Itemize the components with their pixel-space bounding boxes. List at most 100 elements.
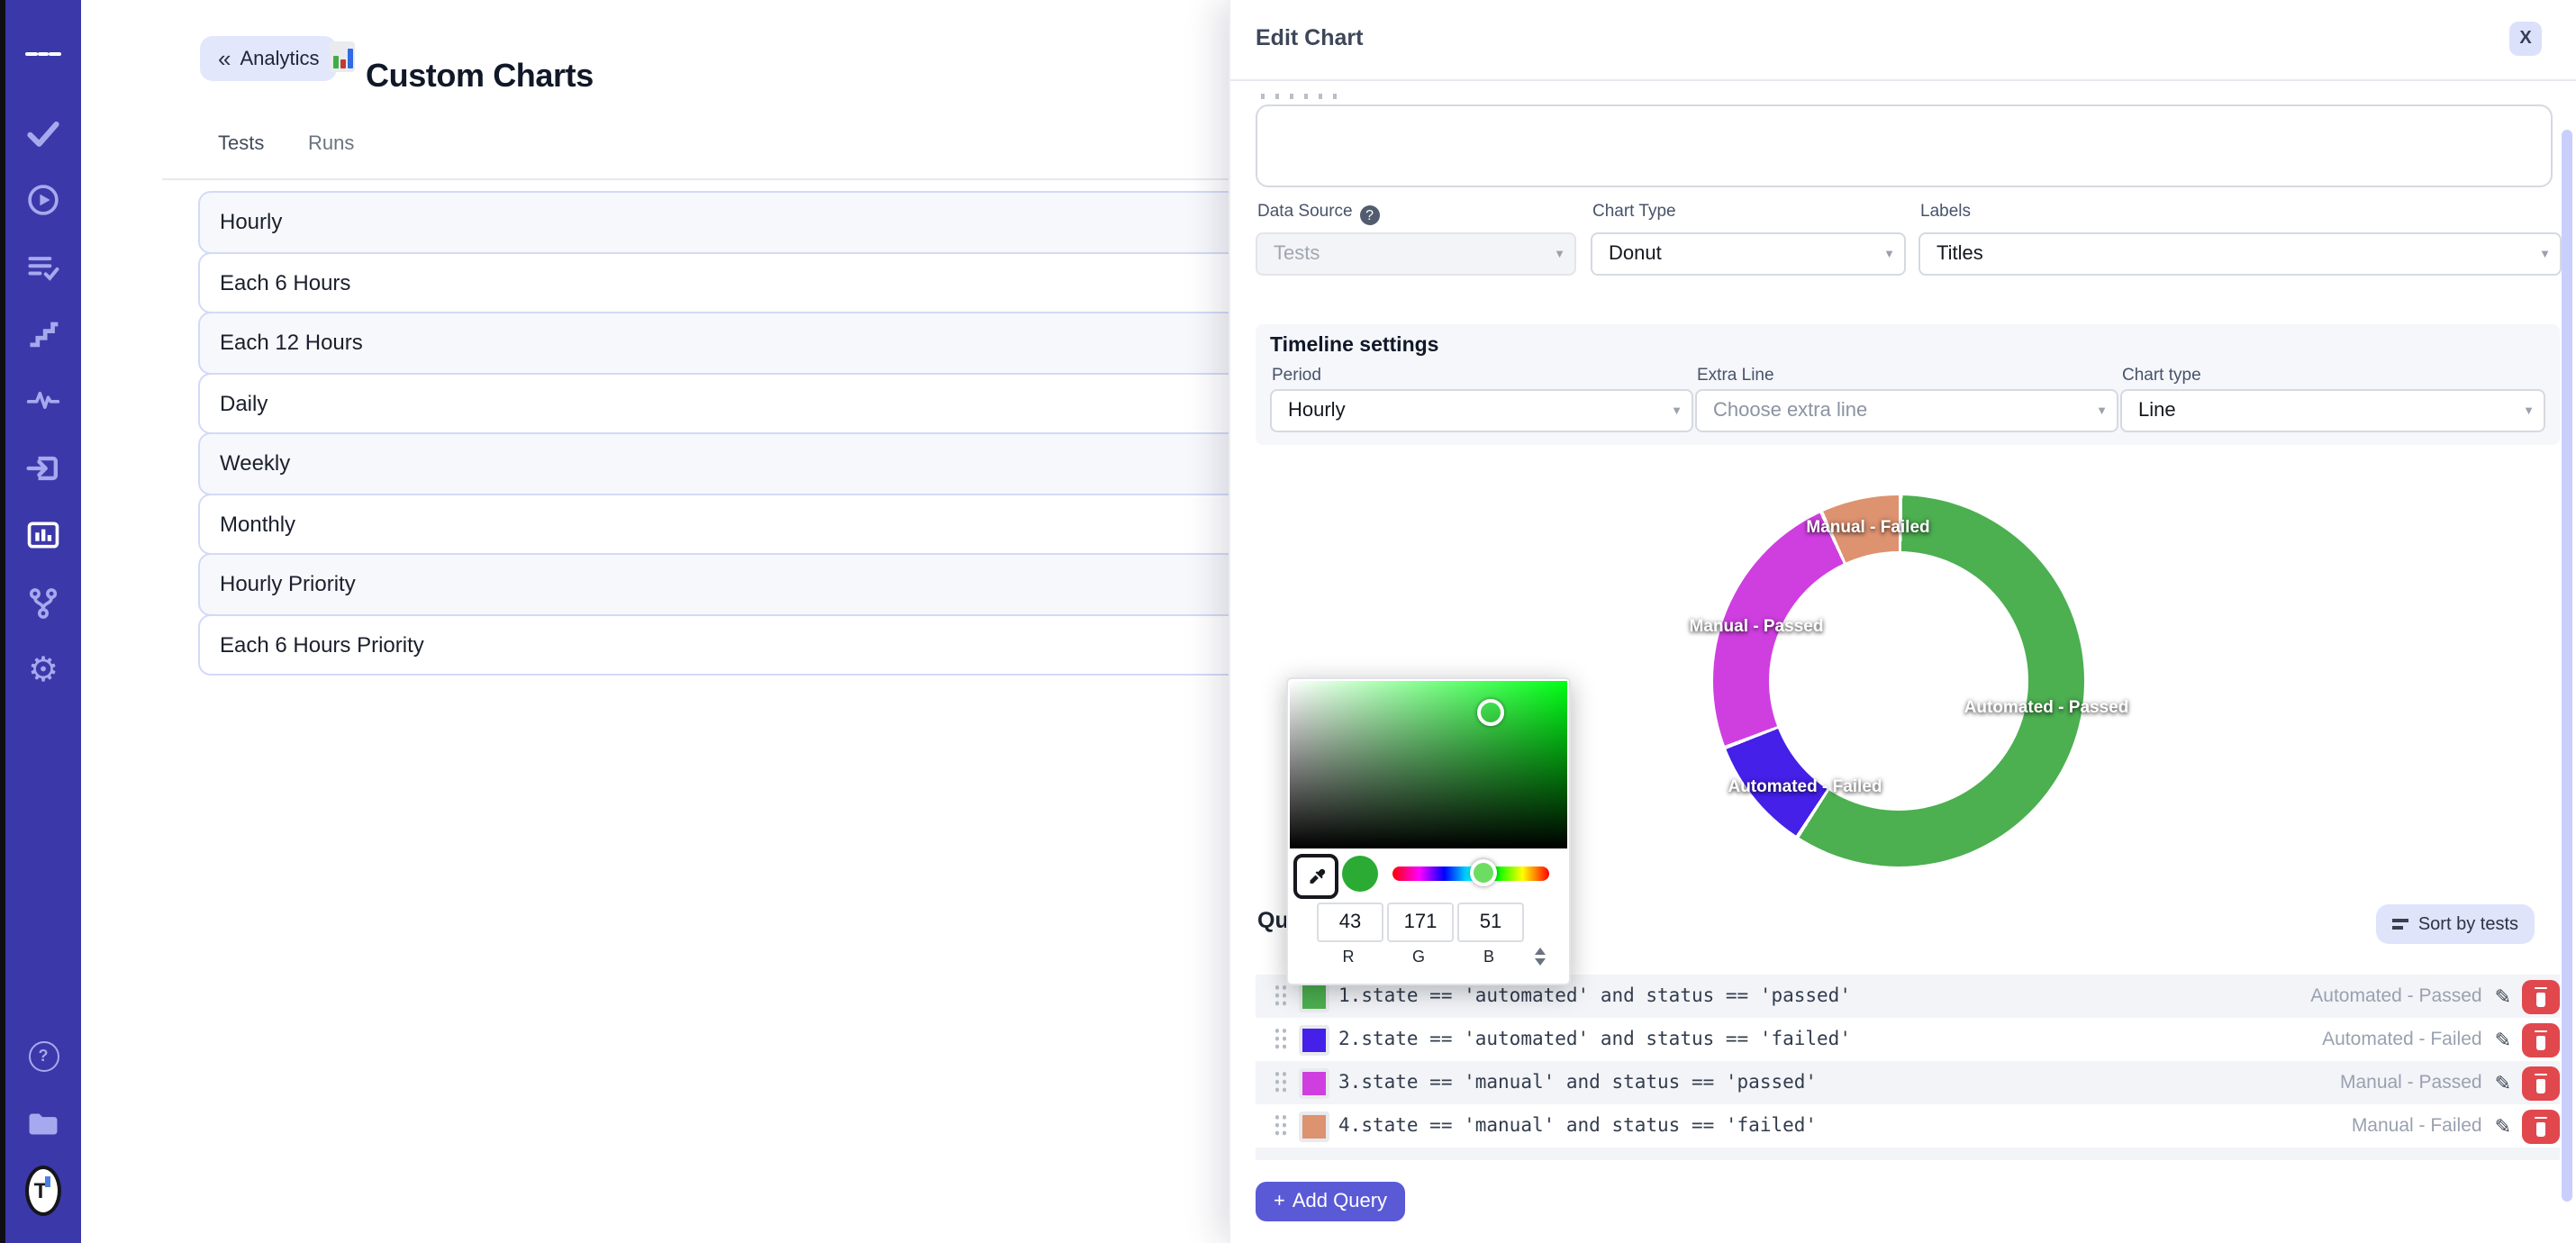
app-window: ⚙ ? T « Analytics Custom Charts × Tests …	[0, 0, 2576, 1243]
panel-scrollbar-thumb[interactable]	[2562, 130, 2572, 1202]
donut-chart-preview: Manual - Failed Manual - Passed Automate…	[1713, 495, 2084, 866]
page-title: Custom Charts	[366, 58, 594, 95]
mode-toggle-icon[interactable]	[1533, 946, 1547, 967]
extra-line-placeholder: Choose extra line	[1713, 400, 1867, 422]
chart-type-select[interactable]: Donut▼	[1591, 232, 1906, 276]
chevron-down-icon: ▼	[2096, 404, 2108, 417]
data-source-label: Data Source?	[1257, 202, 1380, 225]
query-tag: Manual - Passed	[2340, 1072, 2482, 1093]
eyedropper-button[interactable]	[1293, 854, 1338, 899]
edit-pencil-icon[interactable]: ✎	[2495, 1028, 2511, 1051]
list-item[interactable]: Weekly	[198, 432, 1292, 494]
period-select[interactable]: Hourly▼	[1270, 389, 1693, 432]
chart-description-textarea[interactable]	[1256, 104, 2553, 187]
import-icon[interactable]	[25, 450, 61, 486]
saturation-area[interactable]	[1290, 681, 1567, 848]
pulse-icon[interactable]	[25, 382, 61, 418]
red-input[interactable]	[1317, 903, 1383, 942]
back-button-label: Analytics	[240, 48, 319, 69]
tab-tests[interactable]: Tests	[218, 133, 264, 155]
tab-runs[interactable]: Runs	[308, 133, 354, 155]
list-item[interactable]: Hourly Priority	[198, 553, 1292, 615]
icon-rail: ⚙ ? T	[5, 0, 81, 1243]
query-number: 4.	[1338, 1115, 1361, 1137]
query-row: 3.state == 'manual' and status == 'passe…	[1256, 1061, 2560, 1104]
query-code: state == 'automated' and status == 'fail…	[1361, 1029, 1851, 1050]
analytics-chart-icon-active[interactable]	[25, 517, 61, 553]
query-number: 3.	[1338, 1072, 1361, 1093]
help-icon[interactable]: ?	[25, 1038, 61, 1074]
add-query-label: Add Query	[1293, 1191, 1387, 1212]
close-edit-panel-button[interactable]: X	[2509, 22, 2542, 56]
app-logo[interactable]: T	[25, 1173, 61, 1209]
chevron-down-icon: ▼	[2523, 404, 2535, 417]
query-number: 1.	[1338, 985, 1361, 1007]
list-item[interactable]: Each 12 Hours	[198, 312, 1292, 374]
query-tag: Automated - Failed	[2322, 1029, 2481, 1050]
current-color-swatch	[1342, 856, 1378, 892]
plus-icon: +	[1274, 1191, 1285, 1212]
list-item[interactable]: Each 6 Hours	[198, 251, 1292, 313]
query-color-swatch[interactable]	[1299, 1111, 1329, 1141]
query-expression: 2.state == 'automated' and status == 'fa…	[1338, 1029, 1851, 1050]
settings-gear-icon[interactable]: ⚙	[25, 652, 61, 688]
test-plans-list-check-icon[interactable]	[25, 250, 61, 286]
runs-play-icon[interactable]	[25, 182, 61, 218]
steps-icon[interactable]	[25, 317, 61, 353]
sort-by-tests-button[interactable]: Sort by tests	[2377, 904, 2535, 944]
query-tag: Automated - Passed	[2310, 985, 2481, 1007]
delete-query-button[interactable]	[2522, 979, 2560, 1013]
docs-folder-icon[interactable]	[25, 1106, 61, 1142]
query-code: state == 'manual' and status == 'failed'	[1361, 1115, 1817, 1137]
drag-handle-icon[interactable]	[1274, 1027, 1290, 1052]
blue-input[interactable]	[1457, 903, 1524, 942]
branch-icon[interactable]	[25, 585, 61, 622]
edit-pencil-icon[interactable]: ✎	[2495, 1071, 2511, 1094]
timeline-chart-type-select[interactable]: Line ▼	[2120, 389, 2545, 432]
data-source-label-text: Data Source	[1257, 202, 1353, 222]
close-icon: X	[2519, 29, 2531, 49]
charts-list-panel: « Analytics Custom Charts × Tests Runs H…	[81, 0, 1229, 1243]
list-item[interactable]: Daily	[198, 372, 1292, 434]
drag-handle-icon[interactable]	[1274, 1070, 1290, 1095]
menu-icon[interactable]	[25, 36, 61, 72]
timeline-chart-type-value: Line	[2138, 400, 2176, 422]
delete-query-button[interactable]	[2522, 1022, 2560, 1057]
tabs-divider	[162, 178, 1310, 180]
query-expression: 1.state == 'automated' and status == 'pa…	[1338, 985, 1851, 1007]
tests-check-icon[interactable]	[25, 115, 61, 151]
slice-label-manual-failed: Manual - Failed	[1806, 518, 1929, 538]
chevron-down-icon: ▼	[1883, 248, 1895, 260]
query-color-swatch[interactable]	[1299, 981, 1329, 1012]
slice-label-automated-passed: Automated - Passed	[1964, 698, 2129, 718]
query-color-swatch[interactable]	[1299, 1067, 1329, 1098]
drag-handle-icon[interactable]	[1274, 1113, 1290, 1139]
labels-label: Labels	[1920, 202, 1971, 222]
saturation-cursor[interactable]	[1477, 699, 1504, 726]
delete-query-button[interactable]	[2522, 1109, 2560, 1143]
edit-pencil-icon[interactable]: ✎	[2495, 1114, 2511, 1138]
green-input[interactable]	[1387, 903, 1454, 942]
edit-chart-title: Edit Chart	[1256, 25, 1363, 50]
list-item[interactable]: Monthly	[198, 493, 1292, 555]
hue-slider-handle[interactable]	[1470, 859, 1497, 886]
edit-pencil-icon[interactable]: ✎	[2495, 984, 2511, 1008]
query-number: 2.	[1338, 1029, 1361, 1050]
back-to-analytics-button[interactable]: « Analytics	[200, 36, 338, 81]
list-item[interactable]: Each 6 Hours Priority	[198, 613, 1292, 676]
delete-query-button[interactable]	[2522, 1066, 2560, 1100]
header-divider	[1230, 79, 2576, 81]
list-item[interactable]: Hourly	[198, 191, 1292, 253]
add-query-button[interactable]: + Add Query	[1256, 1182, 1405, 1221]
chart-type-label: Chart Type	[1592, 202, 1676, 222]
extra-line-select[interactable]: Choose extra line ▼	[1695, 389, 2118, 432]
edit-chart-panel: Edit Chart X Data Source? Tests▼ Chart T…	[1229, 0, 2576, 1243]
drag-handle-icon[interactable]	[1274, 984, 1290, 1009]
data-source-value: Tests	[1274, 243, 1320, 265]
labels-select[interactable]: Titles▼	[1918, 232, 2562, 276]
timeline-chart-type-label: Chart type	[2122, 366, 2201, 386]
data-source-select[interactable]: Tests▼	[1256, 232, 1576, 276]
query-list-stripe	[1256, 1148, 2560, 1160]
query-color-swatch[interactable]	[1299, 1024, 1329, 1055]
help-question-icon[interactable]: ?	[1360, 205, 1380, 225]
